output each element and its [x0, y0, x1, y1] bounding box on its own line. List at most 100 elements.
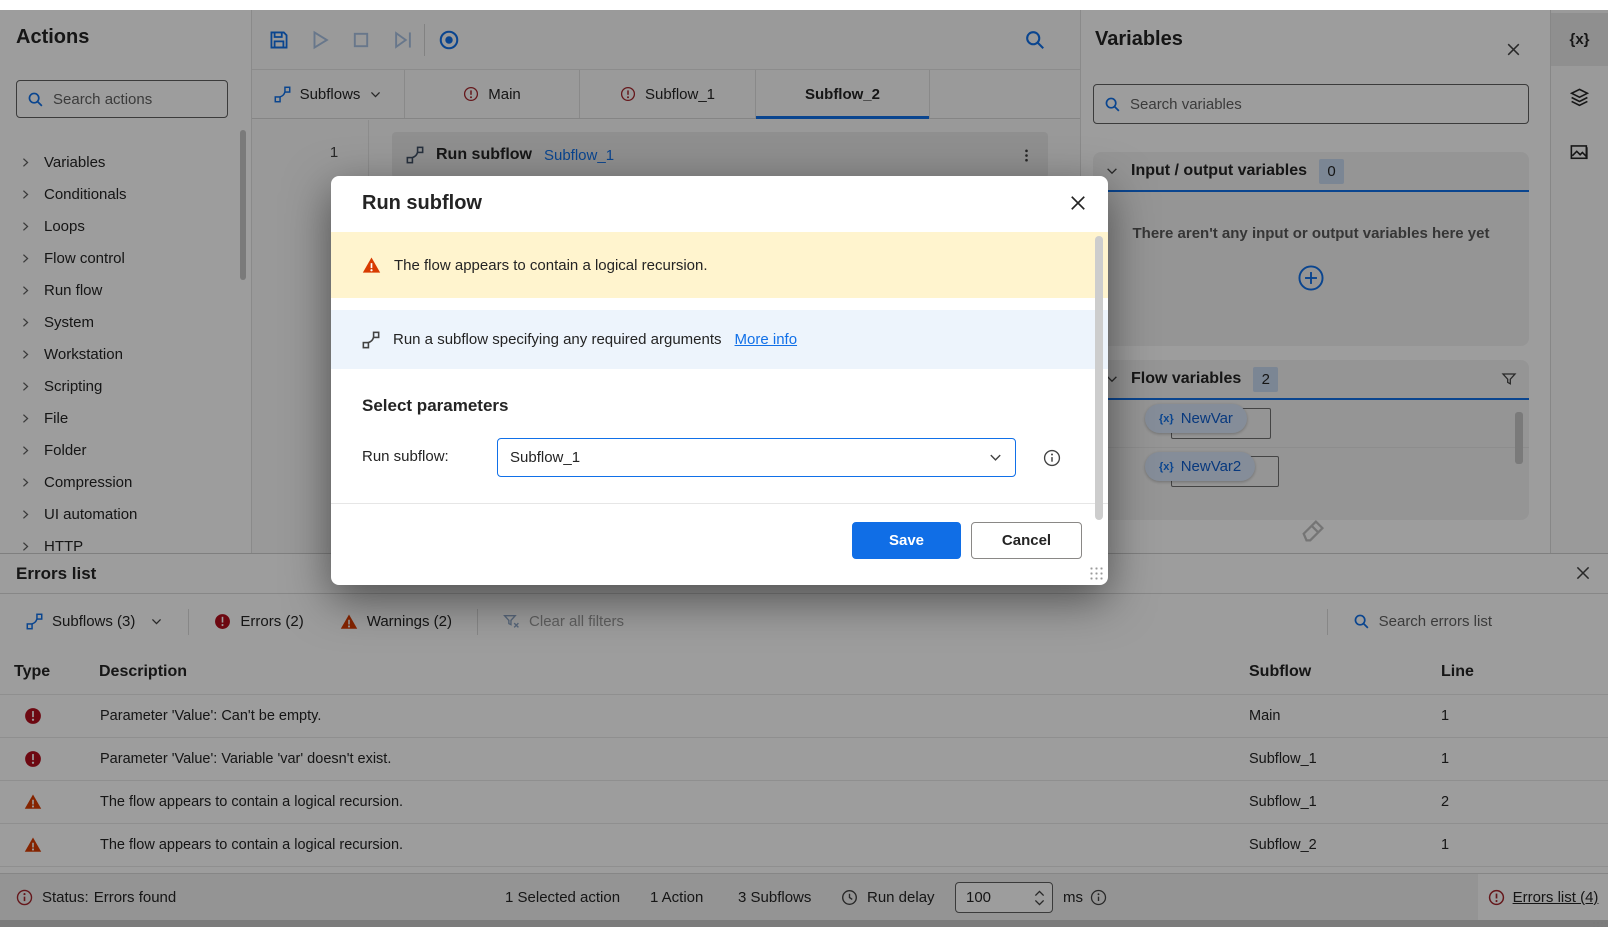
search-icon: [27, 91, 44, 108]
subflows-filter-dropdown[interactable]: Subflows (3): [26, 613, 163, 630]
chevron-right-icon: [20, 509, 31, 520]
run-delay-group: Run delay: [841, 874, 935, 921]
category-compression[interactable]: Compression: [0, 466, 251, 498]
chevron-right-icon: [20, 413, 31, 424]
dialog-resize-grip[interactable]: [1089, 566, 1104, 581]
flow-variables-scrollbar[interactable]: [1515, 412, 1523, 464]
flow-variable-item[interactable]: {x} NewVar2: [1093, 447, 1529, 494]
warning-icon: [24, 793, 99, 811]
chevron-right-icon: [20, 253, 31, 264]
window-resize-grip[interactable]: [1592, 921, 1606, 927]
designer-toolbar: [252, 10, 1080, 70]
clear-all-filters-button[interactable]: Clear all filters: [503, 613, 624, 630]
error-table-row[interactable]: Parameter 'Value': Can't be empty. Main …: [0, 695, 1608, 738]
status-message: Status: Errors found: [16, 874, 176, 921]
errors-panel: Errors list Subflows (3) Errors (2) Warn…: [0, 553, 1608, 873]
select-parameters-heading: Select parameters: [362, 396, 509, 415]
io-variables-header[interactable]: Input / output variables 0: [1093, 152, 1529, 192]
rail-tab-images[interactable]: [1551, 126, 1608, 179]
stepper-arrows[interactable]: [1034, 889, 1052, 906]
record-button[interactable]: [438, 29, 460, 51]
save-button[interactable]: Save: [852, 522, 961, 559]
warning-table-row[interactable]: The flow appears to contain a logical re…: [0, 781, 1608, 824]
variables-search-box[interactable]: [1093, 84, 1529, 124]
search-flow-button[interactable]: [1024, 29, 1046, 51]
actions-search-box[interactable]: [16, 80, 228, 118]
tab-subflow-2[interactable]: Subflow_2: [756, 70, 930, 119]
error-table-row[interactable]: Parameter 'Value': Variable 'var' doesn'…: [0, 738, 1608, 781]
category-file[interactable]: File: [0, 402, 251, 434]
category-ui-automation[interactable]: UI automation: [0, 498, 251, 530]
chevron-down-icon: [1105, 164, 1119, 178]
io-empty-message: There aren't any input or output variabl…: [1132, 225, 1490, 242]
actions-search-input[interactable]: [53, 90, 217, 108]
chevron-right-icon: [20, 381, 31, 392]
category-loops[interactable]: Loops: [0, 210, 251, 242]
category-conditionals[interactable]: Conditionals: [0, 178, 251, 210]
rail-tab-variables[interactable]: {x}: [1551, 13, 1608, 66]
run-subflow-select[interactable]: Subflow_1: [497, 438, 1016, 477]
subflows-dropdown[interactable]: Subflows: [252, 70, 405, 118]
action-description-bar: Run a subflow specifying any required ar…: [331, 310, 1108, 369]
clear-filter-icon: [503, 613, 520, 630]
category-workstation[interactable]: Workstation: [0, 338, 251, 370]
category-folder[interactable]: Folder: [0, 434, 251, 466]
close-icon[interactable]: [1574, 564, 1592, 582]
actions-scrollbar[interactable]: [240, 130, 246, 280]
flow-variables-section: Flow variables 2 {x} NewVar {x} NewVar2: [1093, 360, 1529, 520]
tab-subflow-1[interactable]: Subflow_1: [580, 70, 756, 118]
category-variables[interactable]: Variables: [0, 146, 251, 178]
category-scripting[interactable]: Scripting: [0, 370, 251, 402]
flow-variables-header[interactable]: Flow variables 2: [1093, 360, 1529, 400]
warning-icon: [362, 256, 381, 275]
cancel-button[interactable]: Cancel: [971, 522, 1082, 559]
chevron-right-icon: [20, 349, 31, 360]
kebab-menu-icon[interactable]: [1019, 148, 1034, 163]
chevron-right-icon: [20, 541, 31, 552]
action-argument-link[interactable]: Subflow_1: [544, 147, 614, 164]
add-variable-button[interactable]: [1297, 264, 1325, 292]
error-icon: [24, 707, 99, 725]
run-next-action-button[interactable]: [392, 29, 414, 51]
errors-search-box[interactable]: Search errors list: [1353, 613, 1492, 630]
more-info-link[interactable]: More info: [735, 331, 798, 348]
status-bar: Status: Errors found 1 Selected action 1 …: [0, 873, 1608, 921]
variables-search-input[interactable]: [1130, 95, 1518, 113]
flow-variable-item[interactable]: {x} NewVar: [1093, 400, 1529, 447]
errors-filter-bar: Subflows (3) Errors (2) Warnings (2) Cle…: [0, 594, 1608, 649]
errors-list-toggle[interactable]: Errors list (4): [1478, 874, 1608, 921]
io-count-badge: 0: [1319, 158, 1345, 184]
filter-icon[interactable]: [1501, 371, 1517, 387]
category-system[interactable]: System: [0, 306, 251, 338]
error-badge-icon: [463, 86, 479, 102]
warnings-filter-toggle[interactable]: Warnings (2): [340, 613, 452, 631]
variable-pill[interactable]: {x} NewVar: [1145, 404, 1247, 433]
close-icon[interactable]: [1068, 193, 1088, 213]
save-button[interactable]: [268, 29, 290, 51]
rail-tab-ui-elements[interactable]: [1551, 71, 1608, 124]
filter-divider: [477, 608, 479, 635]
run-delay-stepper[interactable]: [955, 882, 1053, 913]
chevron-right-icon: [20, 221, 31, 232]
tab-main[interactable]: Main: [405, 70, 580, 118]
run-delay-input[interactable]: [956, 889, 1014, 906]
run-button[interactable]: [309, 29, 331, 51]
dialog-scrollbar[interactable]: [1095, 236, 1103, 520]
variable-pill[interactable]: {x} NewVar2: [1145, 452, 1256, 481]
close-icon[interactable]: [1505, 41, 1522, 58]
action-row-run-subflow[interactable]: Run subflow Subflow_1: [392, 132, 1048, 178]
category-run-flow[interactable]: Run flow: [0, 274, 251, 306]
stop-button[interactable]: [350, 29, 372, 51]
info-icon[interactable]: [1090, 874, 1107, 921]
action-title: Run subflow: [436, 146, 532, 163]
run-delay-unit: ms: [1063, 889, 1083, 906]
error-icon: [24, 750, 99, 768]
variable-icon: {x}: [1159, 412, 1174, 425]
subflow-icon: [26, 613, 43, 630]
category-flow-control[interactable]: Flow control: [0, 242, 251, 274]
subflow-icon: [406, 146, 424, 164]
warning-table-row[interactable]: The flow appears to contain a logical re…: [0, 824, 1608, 867]
field-info-icon[interactable]: [1043, 449, 1061, 467]
errors-filter-toggle[interactable]: Errors (2): [214, 613, 304, 630]
filter-divider: [188, 608, 190, 635]
